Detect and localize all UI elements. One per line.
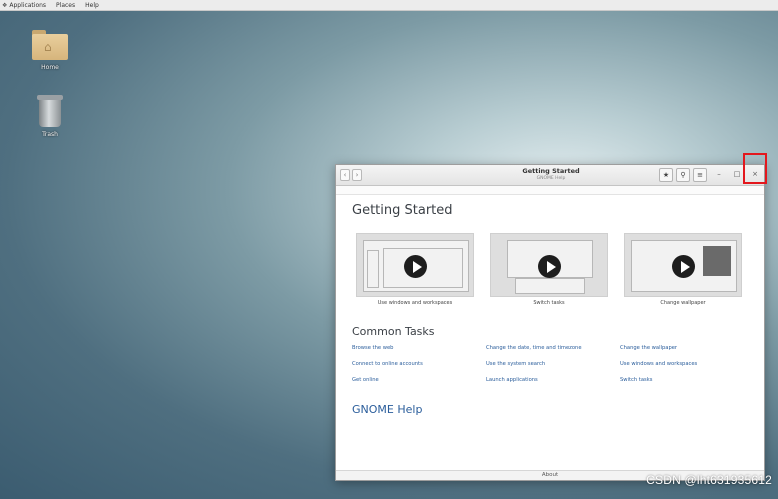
task-link[interactable]: Change the wallpaper xyxy=(620,345,677,351)
search-button[interactable]: ⚲ xyxy=(676,168,690,182)
minimize-icon: – xyxy=(717,170,721,178)
menu-button[interactable]: ≡ xyxy=(693,168,707,182)
applications-menu-label: Applications xyxy=(9,1,47,9)
maximize-icon: □ xyxy=(733,170,741,178)
play-icon[interactable] xyxy=(538,255,561,278)
help-content: Getting Started Use windows and workspac… xyxy=(352,203,752,416)
help-window: ‹ › Getting Started GNOME Help ★ ⚲ ≡ – □… xyxy=(335,153,767,481)
desktop-trash-label: Trash xyxy=(42,131,58,138)
video-thumbnail[interactable] xyxy=(624,233,742,297)
video-thumbnail[interactable] xyxy=(356,233,474,297)
video-caption: Use windows and workspaces xyxy=(377,300,453,306)
video-gallery: Use windows and workspaces Switch tasks … xyxy=(356,233,752,309)
video-caption: Switch tasks xyxy=(533,300,565,306)
forward-button[interactable]: › xyxy=(352,169,362,181)
window-subtitle: GNOME Help xyxy=(536,176,566,181)
places-menu[interactable]: Places xyxy=(56,2,75,9)
window-title-area: Getting Started GNOME Help xyxy=(486,167,616,181)
video-windows-workspaces[interactable]: Use windows and workspaces xyxy=(356,233,474,306)
top-bar: ❖ Applications Places Help xyxy=(0,0,778,11)
hamburger-icon: ≡ xyxy=(697,171,703,179)
star-icon: ★ xyxy=(662,171,670,179)
path-bar xyxy=(336,186,764,195)
task-link[interactable]: Connect to online accounts xyxy=(352,361,423,367)
task-link[interactable]: Browse the web xyxy=(352,345,393,351)
gnome-help-link[interactable]: GNOME Help xyxy=(352,403,422,416)
desktop-home-label: Home xyxy=(41,64,59,71)
task-link[interactable]: Use the system search xyxy=(486,361,545,367)
trash-icon xyxy=(37,95,63,127)
window-headerbar: ‹ › Getting Started GNOME Help ★ ⚲ ≡ – □… xyxy=(336,153,767,186)
desktop-trash-icon[interactable]: Trash xyxy=(25,95,75,138)
video-caption: Change wallpaper xyxy=(660,300,706,306)
search-icon: ⚲ xyxy=(680,171,686,179)
applications-icon: ❖ xyxy=(2,1,8,9)
applications-menu[interactable]: ❖ Applications xyxy=(2,2,46,9)
window-title: Getting Started xyxy=(522,167,580,175)
bookmark-button[interactable]: ★ xyxy=(659,168,673,182)
page-title: Getting Started xyxy=(352,203,453,218)
help-menu[interactable]: Help xyxy=(85,2,99,9)
video-change-wallpaper[interactable]: Change wallpaper xyxy=(624,233,742,306)
back-icon: ‹ xyxy=(343,171,347,179)
play-icon[interactable] xyxy=(404,255,427,278)
task-link[interactable]: Launch applications xyxy=(486,377,538,383)
task-link[interactable]: Switch tasks xyxy=(620,377,652,383)
maximize-button[interactable]: □ xyxy=(732,170,742,178)
forward-icon: › xyxy=(355,171,359,179)
home-folder-icon: ⌂ xyxy=(32,30,68,60)
video-thumbnail[interactable] xyxy=(490,233,608,297)
task-link[interactable]: Get online xyxy=(352,377,379,383)
places-menu-label: Places xyxy=(56,1,76,9)
watermark-text: CSDN @lht631935612 xyxy=(646,473,772,487)
task-link[interactable]: Use windows and workspaces xyxy=(620,361,697,367)
play-icon[interactable] xyxy=(672,255,695,278)
task-link[interactable]: Change the date, time and timezone xyxy=(486,345,582,351)
help-menu-label: Help xyxy=(85,1,99,9)
back-button[interactable]: ‹ xyxy=(340,169,350,181)
close-button-highlight xyxy=(743,153,767,184)
minimize-button[interactable]: – xyxy=(714,170,724,178)
common-tasks-heading: Common Tasks xyxy=(352,325,435,338)
desktop-home-icon[interactable]: ⌂ Home xyxy=(25,30,75,71)
video-switch-tasks[interactable]: Switch tasks xyxy=(490,233,608,306)
